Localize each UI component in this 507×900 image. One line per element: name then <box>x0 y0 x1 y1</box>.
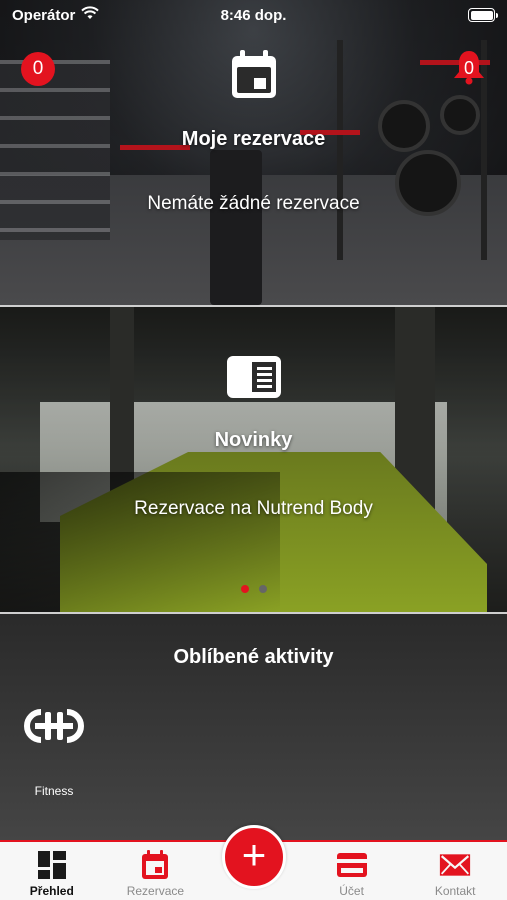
notification-bell-icon[interactable]: 0 <box>451 48 487 86</box>
page-dot[interactable] <box>258 585 267 593</box>
news-panel[interactable]: Novinky Rezervace na Nutrend Body <box>0 307 507 612</box>
favorite-item-label: Fitness <box>34 784 74 798</box>
reservations-content: Moje rezervace Nemáte žádné rezervace <box>0 50 507 215</box>
favorites-title: Oblíbené aktivity <box>173 646 334 668</box>
dumbbell-icon <box>16 706 92 746</box>
tab-label: Účet <box>339 884 364 898</box>
reservations-subtitle: Nemáte žádné rezervace <box>147 193 360 214</box>
envelope-icon <box>440 854 471 876</box>
dashboard-icon <box>37 851 66 879</box>
add-reservation-button[interactable]: + <box>222 825 286 889</box>
favorites-section: Oblíbené aktivity Fitness <box>0 614 507 840</box>
credit-card-icon <box>336 853 367 877</box>
battery-icon <box>468 8 498 22</box>
news-content: Novinky Rezervace na Nutrend Body <box>0 355 507 520</box>
plus-icon: + <box>241 831 267 878</box>
tab-contact[interactable]: Kontakt <box>405 850 506 898</box>
tab-label: Rezervace <box>126 884 185 898</box>
calendar-icon <box>142 850 169 879</box>
favorite-item-fitness[interactable]: Fitness <box>16 706 92 798</box>
reservations-title: Moje rezervace <box>181 128 326 150</box>
news-subtitle: Rezervace na Nutrend Body <box>134 498 373 519</box>
tab-reservations[interactable]: Rezervace <box>105 850 206 898</box>
status-bar: Operátor 8:46 dop. <box>0 0 507 30</box>
page-dot[interactable] <box>240 585 249 593</box>
status-left: Operátor <box>12 6 100 24</box>
tab-account[interactable]: Účet <box>301 850 402 898</box>
tab-label: Kontakt <box>434 884 476 898</box>
wifi-icon <box>81 6 100 24</box>
carrier-label: Operátor <box>12 6 76 24</box>
tab-label: Přehled <box>29 884 74 898</box>
reservations-panel[interactable]: 0 0 Moje rezervace Nemáte žádné rezervac… <box>0 0 507 305</box>
calendar-icon <box>0 50 507 100</box>
tab-overview[interactable]: Přehled <box>1 850 102 898</box>
notification-count: 0 <box>463 58 474 78</box>
carousel-page-indicator[interactable] <box>0 585 507 593</box>
reservations-count-badge[interactable]: 0 <box>21 52 55 86</box>
newspaper-icon <box>0 355 507 399</box>
news-title: Novinky <box>214 429 293 451</box>
